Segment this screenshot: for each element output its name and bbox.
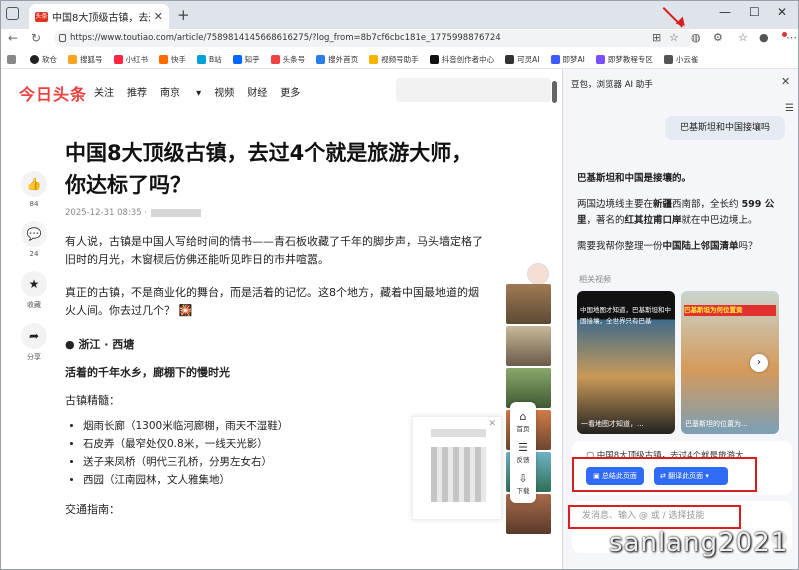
user-question: 巴基斯坦和中国接壤吗: [665, 116, 785, 140]
extensions-icon[interactable]: ⚙: [713, 31, 723, 44]
bookmark[interactable]: 软仓: [30, 54, 57, 65]
like-action[interactable]: 👍 84: [19, 171, 49, 208]
paragraph: 真正的古镇，不是商业化的舞台，而是活着的记忆。这8个地方，藏着中国最地道的烟火人…: [65, 286, 479, 317]
workspaces-icon[interactable]: [6, 7, 19, 20]
video-overlay-text: 巴基斯坦为何位置竟: [684, 305, 776, 316]
bookmark[interactable]: 可灵AI: [505, 54, 540, 65]
bookmarks-toggle[interactable]: [7, 54, 19, 64]
bookmarks-bar: 软仓 搜狐号 小红书 快手 B站 知乎 头条号 搜外首页 视频号助手 抖音创作者…: [1, 50, 798, 69]
browser-window: 头条 中国8大顶级古镇，去过4个就是旅游大师，你达标了吗？ ✕ + — ☐ ✕ …: [0, 0, 799, 570]
thumbnail[interactable]: [506, 284, 551, 324]
video-caption: 一看地图才知道，...: [581, 420, 644, 428]
subheading: 活着的千年水乡，廊棚下的慢时光: [65, 366, 230, 379]
comment-icon[interactable]: 💬: [21, 221, 47, 247]
close-icon[interactable]: ✕: [488, 419, 496, 429]
sparkle-emoji-icon: 🎇: [178, 304, 193, 317]
annotation-box: [572, 457, 757, 492]
panel-title: 豆包，浏览器 AI 助手: [571, 80, 653, 90]
home-button[interactable]: ⌂ 首页: [517, 410, 530, 433]
nav-recommend[interactable]: 推荐: [127, 84, 147, 99]
qr-code-image: [431, 447, 486, 502]
bookmark[interactable]: 快手: [159, 54, 186, 65]
nav-follow[interactable]: 关注: [94, 84, 114, 99]
feedback-icon: ☰: [518, 441, 528, 454]
ai-assistant-panel: 豆包，浏览器 AI 助手 ✕ ☰ 巴基斯坦和中国接壤吗 巴基斯坦和中国是接壤的。…: [562, 69, 798, 569]
favorite-star-icon[interactable]: ☆: [669, 31, 679, 44]
qr-popup: ✕: [412, 416, 502, 520]
blurred-text: [431, 429, 486, 437]
share-action[interactable]: ➦ 分享: [19, 323, 49, 362]
bookmark[interactable]: 视频号助手: [369, 54, 419, 65]
bookmark[interactable]: 头条号: [270, 54, 305, 65]
tab-favicon: 头条: [35, 11, 48, 22]
bookmark[interactable]: 搜外首页: [316, 54, 358, 65]
profile-avatar-icon[interactable]: ●: [759, 31, 769, 44]
thumbs-up-icon[interactable]: 👍: [21, 171, 47, 197]
maximize-icon[interactable]: ☐: [749, 5, 760, 19]
article-page: 今日头条 关注 推荐 南京 ▾ 视频 财经 更多 👍 84 💬 24 ★ 收藏 ➦ 分享…: [1, 69, 561, 569]
assistant-avatar[interactable]: [527, 263, 549, 285]
back-icon[interactable]: ←: [8, 31, 18, 45]
author-blurred[interactable]: [151, 209, 201, 217]
site-logo[interactable]: 今日头条: [19, 81, 87, 105]
section-heading: ● 浙江 · 西塘: [65, 338, 135, 351]
bookmark[interactable]: 小云雀: [663, 54, 698, 65]
nav-video[interactable]: 视频: [214, 84, 234, 99]
annotation-box: [568, 505, 741, 529]
download-button[interactable]: ⇩ 下载: [517, 472, 530, 495]
article-actions: 👍 84 💬 24 ★ 收藏 ➦ 分享: [19, 171, 49, 375]
floating-toolbar: ⌂ 首页 ☰ 反馈 ⇩ 下载: [510, 402, 536, 503]
url-input[interactable]: https://www.toutiao.com/article/75898141…: [54, 30, 694, 47]
bookmark[interactable]: 即梦教程专区: [595, 54, 653, 65]
next-arrow-icon[interactable]: ›: [750, 354, 768, 372]
favorites-icon[interactable]: ☆: [738, 31, 748, 44]
minimize-icon[interactable]: —: [719, 5, 731, 19]
collect-action[interactable]: ★ 收藏: [19, 271, 49, 310]
bookmark[interactable]: 抖音创作者中心: [429, 54, 494, 65]
bookmark[interactable]: 搜狐号: [68, 54, 103, 65]
app-grid-icon[interactable]: ⊞: [652, 31, 661, 44]
close-icon[interactable]: ✕: [781, 75, 790, 88]
menu-icon[interactable]: ☰: [785, 103, 794, 114]
video-card[interactable]: 中国地图才知道，巴基斯坦和中国接壤，全世界只有巴基 一看地图才知道，...: [577, 291, 675, 434]
star-icon[interactable]: ★: [21, 271, 47, 297]
bookmark[interactable]: B站: [197, 54, 222, 65]
download-icon: ⇩: [518, 472, 528, 485]
nav-nanjing[interactable]: 南京 ▾: [160, 84, 201, 99]
share-icon[interactable]: ➦: [21, 323, 47, 349]
feedback-button[interactable]: ☰ 反馈: [517, 441, 530, 464]
bookmark[interactable]: 小红书: [113, 54, 148, 65]
nav-finance[interactable]: 财经: [247, 84, 267, 99]
tab-title: 中国8大顶级古镇，去过4个就是旅游大师，你达标了吗？: [52, 13, 150, 24]
bookmark[interactable]: 即梦AI: [550, 54, 585, 65]
search-input[interactable]: [396, 78, 551, 102]
article-meta: 2025-12-31 08:35 ·: [65, 208, 485, 218]
close-window-icon[interactable]: ✕: [777, 5, 787, 19]
article-title: 中国8大顶级古镇，去过4个就是旅游大师，你达标了吗？: [65, 141, 473, 197]
more-menu-icon[interactable]: ⋯: [786, 31, 797, 44]
related-videos-label: 相关视频: [579, 275, 611, 284]
refresh-icon[interactable]: ↻: [31, 31, 41, 45]
assistant-answer: 巴基斯坦和中国是接壤的。 两国边境线主要在新疆西南部，全长约 599 公里，著名…: [577, 173, 775, 252]
browser-tab[interactable]: 头条 中国8大顶级古镇，去过4个就是旅游大师，你达标了吗？ ✕: [29, 4, 169, 29]
new-tab-button[interactable]: +: [177, 6, 190, 24]
site-nav: 关注 推荐 南京 ▾ 视频 财经 更多: [94, 84, 313, 99]
doubao-icon[interactable]: ◍: [691, 31, 701, 44]
lock-icon[interactable]: [59, 34, 66, 42]
scrollbar-thumb[interactable]: [552, 81, 557, 103]
label: 古镇精髓：: [65, 394, 120, 407]
paragraph: 有人说，古镇是中国人写给时间的情书——青石板收藏了千年的脚步声，马头墙定格了旧时…: [65, 235, 483, 266]
comment-action[interactable]: 💬 24: [19, 221, 49, 258]
video-caption: 巴基斯坦的位置为...: [685, 420, 748, 428]
watermark: sanlang2021: [609, 528, 789, 558]
bookmark[interactable]: 知乎: [232, 54, 260, 65]
thumbnail[interactable]: [506, 326, 551, 366]
tab-close-icon[interactable]: ✕: [154, 10, 163, 23]
video-overlay-text: 中国地图才知道，巴基斯坦和中国接壤，全世界只有巴基: [580, 306, 671, 325]
nav-more[interactable]: 更多: [280, 84, 300, 99]
home-icon: ⌂: [519, 410, 527, 423]
